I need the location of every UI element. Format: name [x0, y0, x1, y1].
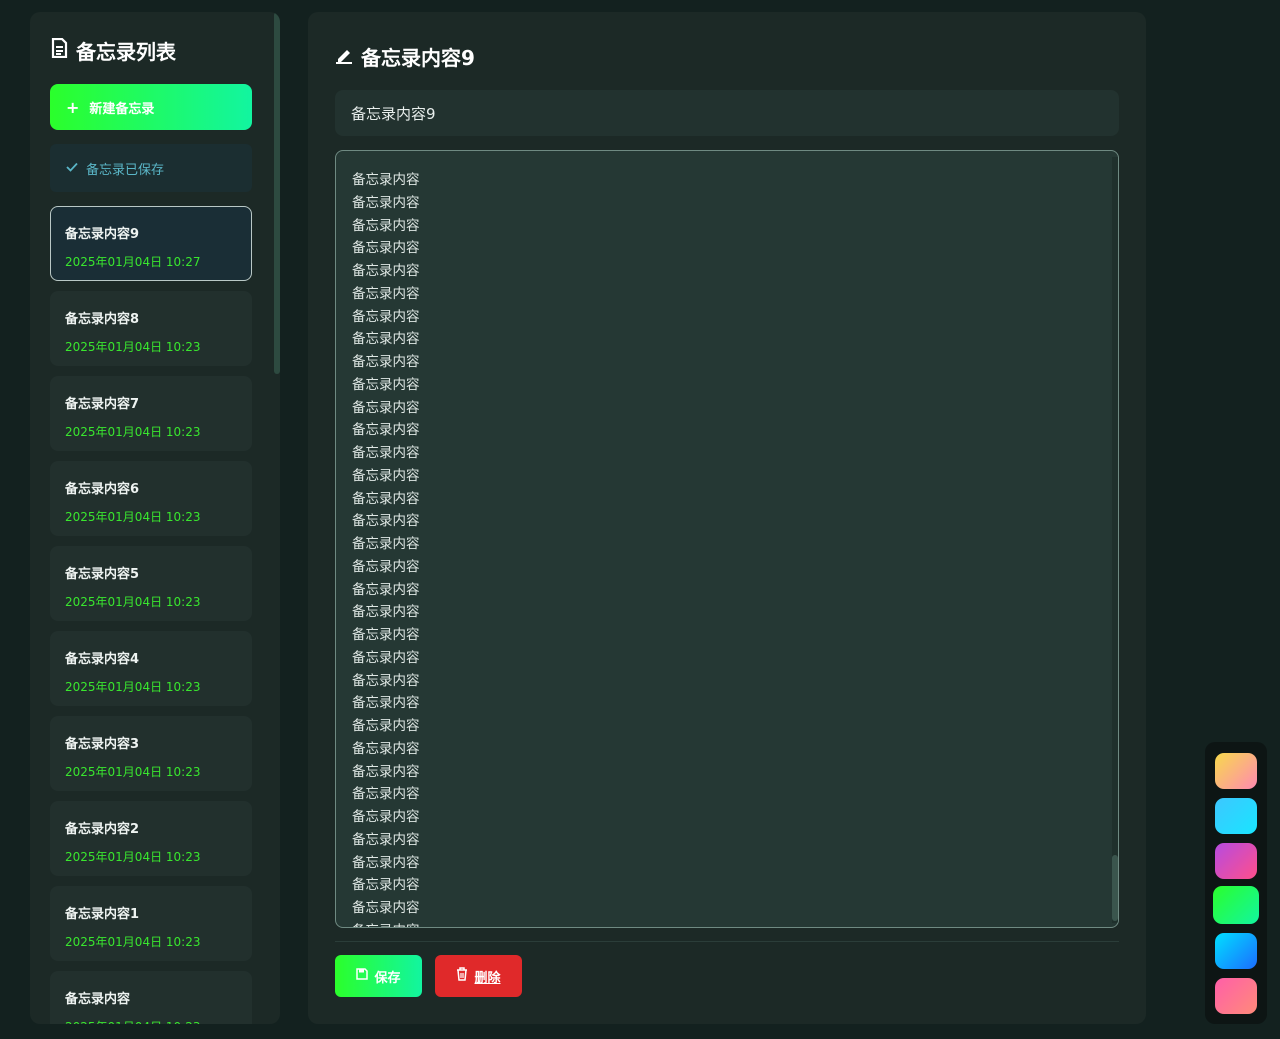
theme-swatch-magenta[interactable] — [1215, 843, 1257, 879]
memo-item-title: 备忘录内容2 — [65, 822, 140, 837]
memo-item-date: 2025年01月04日 10:23 — [65, 510, 201, 524]
theme-swatch-ocean[interactable] — [1215, 933, 1257, 969]
memo-sidebar: 备忘录列表 + 新建备忘录 备忘录已保存 备忘录内容9 2025年01月04日 1… — [30, 12, 280, 1024]
content-line: 备忘录内容 — [352, 263, 420, 279]
content-line: 备忘录内容 — [352, 558, 420, 575]
memo-list-item[interactable]: 备忘录内容1 2025年01月04日 10:23 — [50, 886, 252, 961]
memo-list-item[interactable]: 备忘录内容6 2025年01月04日 10:23 — [50, 461, 252, 536]
memo-item-date: 2025年01月04日 10:27 — [65, 255, 201, 269]
content-line: 备忘录内容 — [352, 422, 420, 439]
saved-status-text: 备忘录已保存 — [86, 162, 165, 178]
content-line: 备忘录内容 — [352, 763, 420, 780]
content-line: 备忘录内容 — [352, 285, 420, 302]
content-line: 备忘录内容 — [352, 331, 420, 348]
memo-item-date: 2025年01月04日 10:23 — [65, 765, 201, 779]
content-line: 备忘录内容 — [352, 399, 420, 416]
content-line: 备忘录内容 — [352, 831, 420, 848]
plus-icon: + — [66, 97, 80, 117]
memo-item-date: 2025年01月04日 10:23 — [65, 340, 201, 354]
memo-item-date: 2025年01月04日 10:23 — [65, 425, 201, 439]
theme-swatch-rose[interactable] — [1215, 978, 1257, 1014]
content-line: 备忘录内容 — [352, 900, 420, 916]
save-label: 保存 — [374, 970, 401, 986]
content-line: 备忘录内容 — [352, 740, 420, 757]
content-line: 备忘录内容 — [352, 376, 420, 393]
new-memo-button[interactable]: + 新建备忘录 — [50, 84, 252, 130]
memo-editor: 备忘录内容9 备忘录内容备忘录内容备忘录内容备忘录内容备忘录内容备忘录内容备忘录… — [308, 12, 1146, 1024]
content-line: 备忘录内容 — [352, 240, 420, 257]
content-line: 备忘录内容 — [352, 627, 420, 643]
memo-title-input[interactable] — [335, 90, 1119, 136]
memo-list-item[interactable]: 备忘录内容7 2025年01月04日 10:23 — [50, 376, 252, 451]
content-line: 备忘录内容 — [352, 513, 420, 530]
theme-swatch-green[interactable] — [1213, 886, 1259, 924]
content-line: 备忘录内容 — [352, 695, 420, 712]
content-line: 备忘录内容 — [352, 854, 420, 871]
memo-list-item[interactable]: 备忘录内容2 2025年01月04日 10:23 — [50, 801, 252, 876]
content-line: 备忘录内容 — [352, 877, 420, 894]
memo-item-title: 备忘录内容3 — [65, 737, 140, 752]
content-line: 备忘录内容 — [352, 920, 420, 927]
memo-item-date: 2025年01月04日 10:23 — [65, 935, 201, 949]
memo-list-item[interactable]: 备忘录内容5 2025年01月04日 10:23 — [50, 546, 252, 621]
content-scrollbar-thumb[interactable] — [1112, 855, 1118, 921]
content-line: 备忘录内容 — [352, 467, 420, 484]
memo-item-title: 备忘录内容9 — [65, 227, 140, 242]
content-line: 备忘录内容 — [352, 809, 420, 825]
content-scrollbar[interactable] — [1112, 157, 1118, 923]
memo-item-title: 备忘录内容1 — [65, 907, 140, 922]
saved-status-badge: 备忘录已保存 — [50, 144, 252, 192]
action-divider — [335, 941, 1119, 942]
check-icon — [66, 161, 78, 176]
save-icon — [356, 968, 369, 984]
memo-list-item[interactable]: 备忘录内容3 2025年01月04日 10:23 — [50, 716, 252, 791]
content-line: 备忘录内容 — [352, 672, 420, 689]
content-line: 备忘录内容 — [352, 718, 420, 734]
content-line: 备忘录内容 — [352, 445, 420, 461]
edit-icon — [335, 45, 353, 69]
content-line: 备忘录内容 — [352, 604, 420, 621]
memo-list-item[interactable]: 备忘录内容9 2025年01月04日 10:27 — [50, 206, 252, 281]
memo-item-date: 2025年01月04日 10:23 — [65, 1018, 237, 1024]
content-line: 备忘录内容 — [352, 354, 420, 370]
editor-heading: 备忘录内容9 — [335, 42, 475, 71]
sidebar-title: 备忘录列表 — [50, 36, 176, 65]
memo-item-title: 备忘录内容5 — [65, 567, 140, 582]
delete-label: 删除 — [474, 970, 501, 986]
memo-item-date: 2025年01月04日 10:23 — [65, 680, 201, 694]
content-line: 备忘录内容 — [352, 308, 420, 325]
content-line: 备忘录内容 — [352, 194, 420, 211]
memo-list-item[interactable]: 备忘录内容8 2025年01月04日 10:23 — [50, 291, 252, 366]
new-memo-label: 新建备忘录 — [89, 101, 155, 117]
content-line: 备忘录内容 — [352, 786, 420, 803]
document-icon — [50, 37, 68, 63]
memo-content-text: 备忘录内容 备忘录内容 备忘录内容 备忘录内容 备忘录内容 备忘录内容 备忘录内容 备忘录内容… — [352, 169, 420, 927]
editor-heading-text: 备忘录内容9 — [361, 46, 475, 70]
memo-list-item[interactable]: 备忘录内容 2025年01月04日 10:23 — [50, 971, 252, 1024]
memo-item-title: 备忘录内容4 — [65, 652, 140, 667]
content-line: 备忘录内容 — [352, 536, 420, 552]
content-line: 备忘录内容 — [352, 172, 420, 188]
memo-content-textarea[interactable]: 备忘录内容 备忘录内容 备忘录内容 备忘录内容 备忘录内容 备忘录内容 备忘录内容 备忘录内容… — [335, 150, 1119, 928]
content-line: 备忘录内容 — [352, 581, 420, 598]
save-button[interactable]: 保存 — [335, 955, 422, 997]
memo-item-date: 2025年01月04日 10:23 — [65, 850, 201, 864]
content-line: 备忘录内容 — [352, 217, 420, 234]
content-line: 备忘录内容 — [352, 490, 420, 507]
memo-item-title: 备忘录内容8 — [65, 312, 140, 327]
memo-list: 备忘录内容9 2025年01月04日 10:27 备忘录内容8 2025年01月04日… — [50, 206, 252, 1024]
memo-item-date: 2025年01月04日 10:23 — [65, 595, 201, 609]
theme-palette — [1205, 742, 1267, 1024]
memo-list-item[interactable]: 备忘录内容4 2025年01月04日 10:23 — [50, 631, 252, 706]
theme-swatch-sunset[interactable] — [1215, 753, 1257, 789]
sidebar-title-text: 备忘录列表 — [76, 40, 176, 64]
memo-item-title: 备忘录内容6 — [65, 482, 140, 497]
memo-item-title: 备忘录内容7 — [65, 397, 140, 412]
sidebar-scrollbar[interactable] — [274, 12, 280, 374]
content-line: 备忘录内容 — [352, 649, 420, 666]
theme-swatch-sky[interactable] — [1215, 798, 1257, 834]
delete-button[interactable]: 删除 — [435, 955, 522, 997]
memo-item-title: 备忘录内容 — [65, 992, 131, 1007]
trash-icon — [456, 967, 468, 985]
